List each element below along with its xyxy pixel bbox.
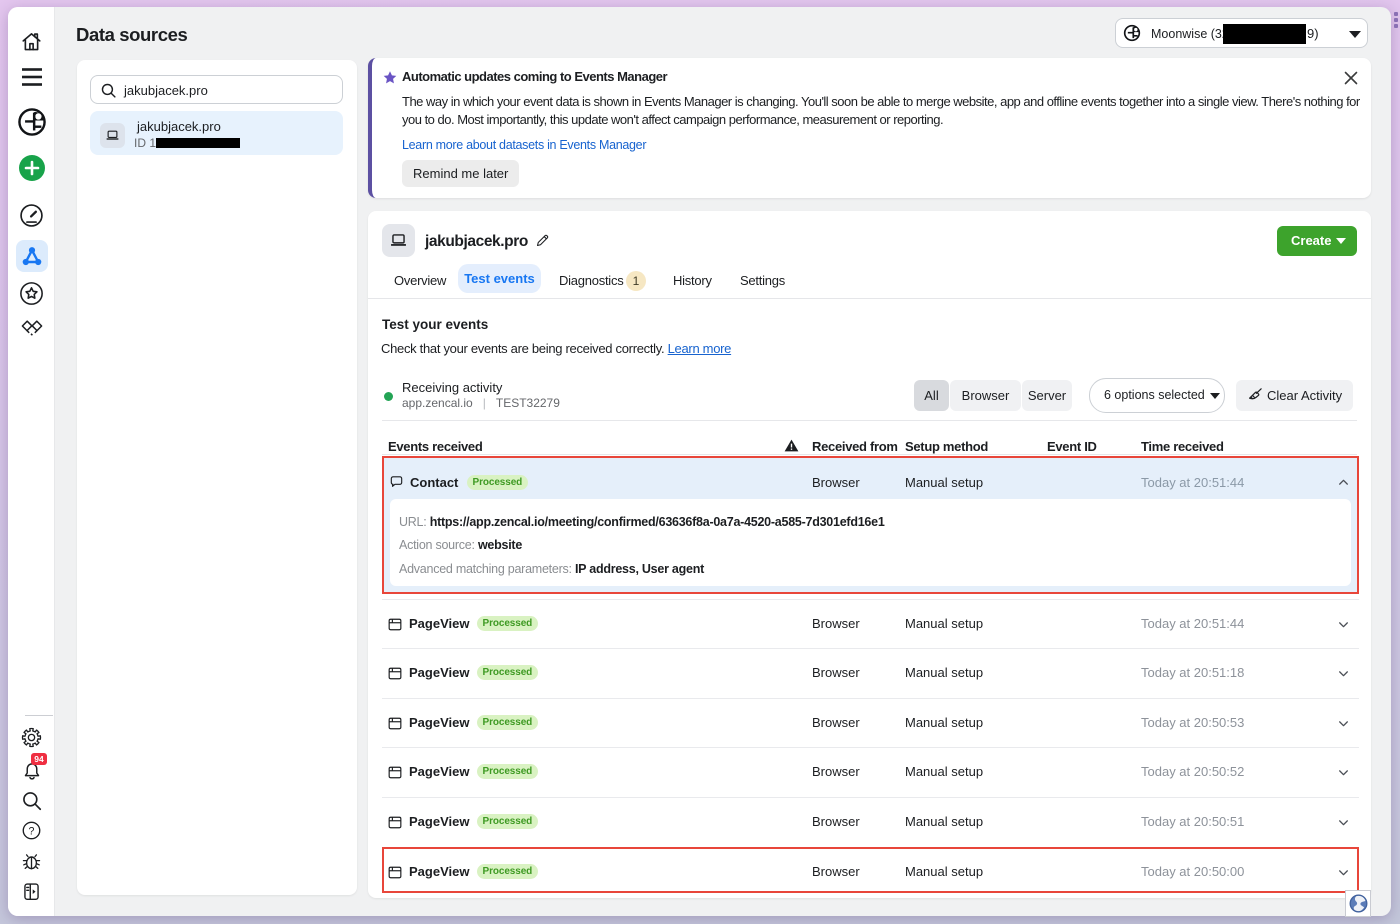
svg-text:?: ? — [29, 825, 35, 837]
